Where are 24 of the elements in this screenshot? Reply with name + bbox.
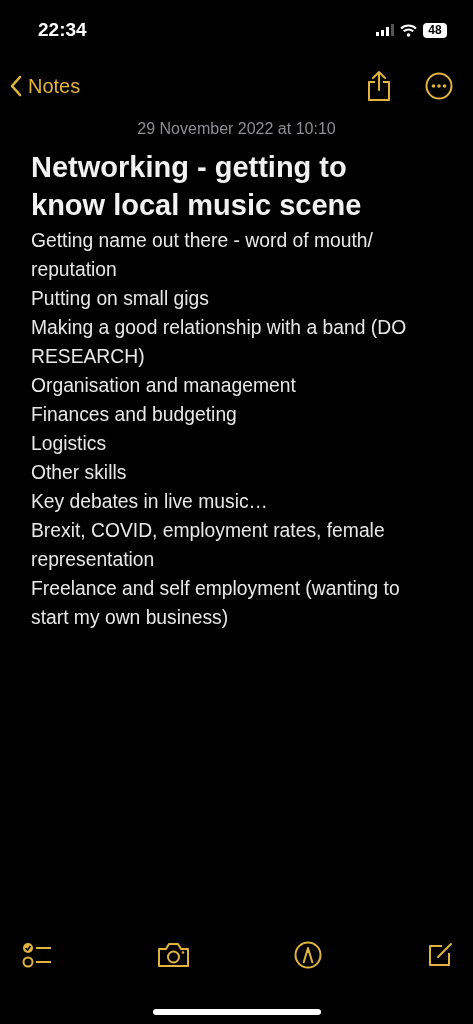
note-line: Logistics — [31, 432, 108, 456]
note-line: Brexit, COVID, employment rates, female representation — [31, 519, 386, 572]
back-button[interactable]: Notes — [10, 74, 81, 98]
note-line: Putting on small gigs — [31, 287, 210, 311]
checklist-button[interactable] — [22, 942, 52, 968]
note-line: Other skills — [31, 461, 128, 485]
signal-icon — [376, 24, 394, 36]
chevron-left-icon — [10, 75, 22, 97]
more-button[interactable] — [425, 72, 453, 100]
camera-button[interactable] — [156, 942, 190, 968]
note-line: Getting name out there - word of mouth/ reputation — [31, 229, 374, 282]
note-line: Finances and budgeting — [31, 403, 238, 427]
wifi-icon — [400, 23, 417, 37]
note-title: Networking - getting to know local music scene — [31, 150, 363, 223]
note-line: Organisation and management — [31, 374, 297, 398]
battery-level: 48 — [423, 22, 447, 38]
compose-button[interactable] — [426, 942, 453, 968]
note-line: Freelance and self employment (wanting to start my own business) — [31, 577, 401, 630]
note-line: Key debates in live music… — [31, 490, 269, 514]
markup-button[interactable] — [294, 941, 323, 969]
status-time: 22:34 — [38, 19, 87, 41]
note-date: 29 November 2022 at 10:10 — [136, 120, 337, 138]
share-button[interactable] — [367, 70, 391, 102]
note-line: Making a good relationship with a band (DO RESEARCH) — [31, 316, 408, 369]
